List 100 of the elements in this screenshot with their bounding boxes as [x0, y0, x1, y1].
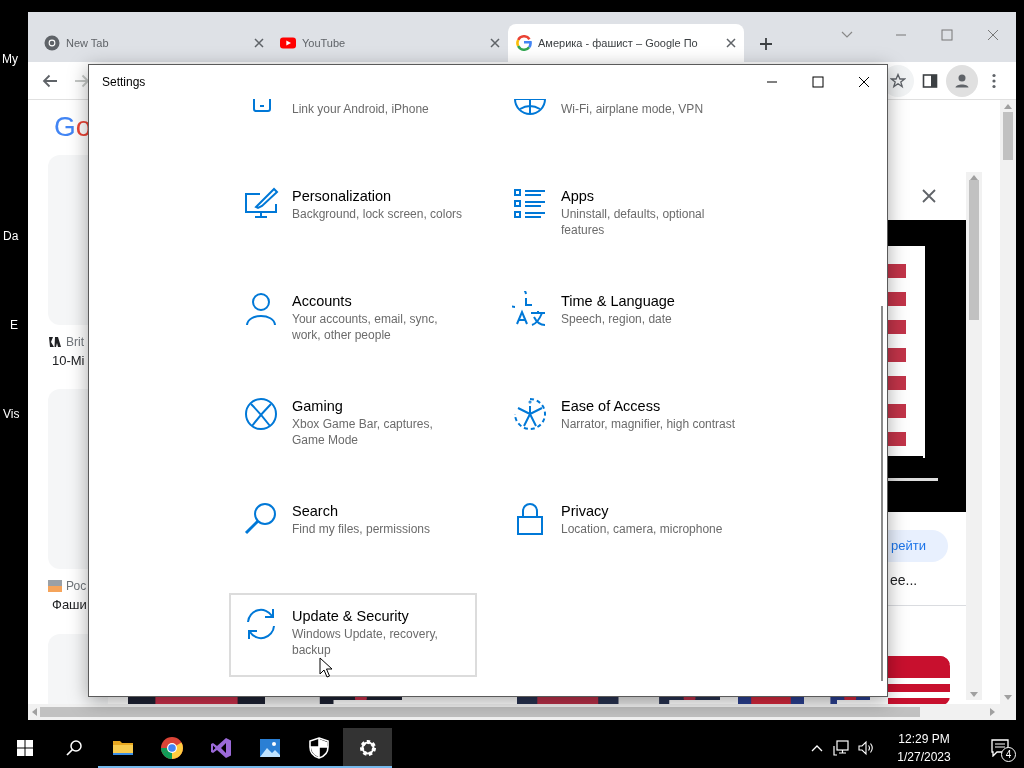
chrome-logo-icon — [44, 35, 60, 51]
tile-description: Your accounts, email, sync, work, other people — [292, 311, 439, 343]
settings-tile[interactable]: Personalization Background, lock screen, colors — [229, 173, 477, 257]
browser-tab[interactable]: New Tab — [36, 24, 272, 62]
tile-title: Privacy — [561, 502, 610, 521]
star-icon — [890, 72, 906, 89]
chevron-down-icon — [841, 31, 853, 39]
maximize-icon — [812, 76, 824, 88]
settings-tile[interactable]: Link your Android, iPhone — [229, 99, 477, 152]
browser-tab[interactable]: YouTube — [272, 24, 508, 62]
settings-tile[interactable]: Ease of Access Narrator, magnifier, high contrast — [498, 383, 746, 467]
scroll-right-icon[interactable] — [989, 707, 996, 717]
close-icon — [987, 29, 999, 41]
settings-tile[interactable]: Gaming Xbox Game Bar, captures, Game Mode — [229, 383, 477, 467]
scroll-left-icon[interactable] — [31, 707, 38, 717]
scroll-thumb[interactable] — [40, 707, 920, 717]
video-play-icon — [280, 35, 296, 51]
scroll-thumb[interactable] — [969, 180, 979, 320]
settings-tile[interactable]: Accounts Your accounts, email, sync, work, other people — [229, 278, 477, 362]
tile-description: Uninstall, defaults, optional features — [561, 206, 706, 238]
taskbar-app-button[interactable] — [343, 728, 392, 768]
snippet-text: ее... — [890, 571, 919, 590]
search-icon — [243, 501, 279, 537]
tile-description: Xbox Game Bar, captures, Game Mode — [292, 416, 434, 448]
settings-tile[interactable]: Wi-Fi, airplane mode, VPN — [498, 99, 746, 152]
scrollbar[interactable] — [28, 704, 1016, 720]
person-icon — [243, 291, 279, 327]
scrollbar[interactable] — [1000, 100, 1016, 704]
chevron-up-icon — [811, 744, 823, 752]
tile-description: Location, camera, microphone — [561, 521, 724, 537]
tile-description: Link your Android, iPhone — [292, 101, 430, 117]
tile-title: Accounts — [292, 292, 353, 311]
scroll-up-icon[interactable] — [1003, 103, 1013, 110]
logo-icon — [48, 336, 62, 348]
scroll-thumb[interactable] — [1003, 112, 1013, 160]
tile-title: Apps — [561, 187, 596, 206]
news-source: Brit — [66, 334, 84, 351]
tile-description: Speech, region, date — [561, 311, 673, 327]
tile-title: Update & Security — [292, 607, 410, 626]
settings-tile[interactable]: Time & Language Speech, region, date — [498, 278, 746, 362]
tile-title: Search — [292, 502, 339, 521]
back-arrow-icon — [42, 72, 58, 89]
close-icon[interactable] — [724, 36, 738, 50]
desktop-icon-label[interactable]: Vis — [3, 405, 20, 423]
news-headline[interactable]: Фаши — [52, 594, 88, 614]
settings-tile[interactable]: Update & Security Windows Update, recovery, backup — [229, 593, 477, 677]
kebab-menu-icon — [992, 72, 996, 89]
desktop-icon-label[interactable]: My — [2, 50, 18, 68]
settings-tile[interactable]: Search Find my files, permissions — [229, 488, 477, 572]
tile-title: Gaming — [292, 397, 344, 416]
close-icon — [921, 188, 937, 204]
side-panel-icon — [922, 72, 938, 89]
tile-title: Ease of Access — [561, 397, 662, 416]
message-icon — [991, 739, 1009, 757]
settings-tile[interactable]: Privacy Location, camera, microphone — [498, 488, 746, 572]
profile-button[interactable] — [946, 64, 978, 97]
news-source: Рос — [66, 577, 87, 595]
tile-title: Time & Language — [561, 292, 676, 311]
speaker-icon — [858, 740, 874, 756]
close-icon[interactable] — [488, 36, 502, 50]
settings-tile[interactable]: Apps Uninstall, defaults, optional features — [498, 173, 746, 257]
tile-description: Background, lock screen, colors — [292, 206, 464, 222]
scroll-down-icon[interactable] — [969, 691, 979, 698]
close-icon — [858, 76, 870, 88]
tile-description: Narrator, magnifier, high contrast — [561, 416, 736, 432]
cursor-icon — [319, 657, 332, 679]
plus-icon — [759, 37, 773, 51]
accessibility-icon — [512, 396, 548, 432]
clock-date: 1/27/2023 — [897, 749, 951, 766]
windows-logo-icon — [16, 740, 33, 756]
shield-icon — [306, 736, 331, 760]
xbox-icon — [243, 396, 279, 432]
google-g-icon — [516, 35, 532, 51]
scroll-down-icon[interactable] — [1003, 694, 1013, 701]
tile-description: Windows Update, recovery, backup — [292, 626, 439, 658]
infinity-logo-icon — [208, 736, 233, 760]
news-headline[interactable]: 10-Mi — [52, 351, 88, 371]
scrollbar[interactable] — [966, 172, 982, 700]
window-title: Settings — [102, 74, 146, 91]
logo-icon — [48, 579, 62, 592]
landscape-icon — [257, 736, 282, 760]
network-icon — [833, 740, 849, 756]
browser-tab[interactable]: Америка - фашист – Google По — [508, 24, 744, 62]
tile-title: Personalization — [292, 187, 393, 206]
desktop-icon-label[interactable]: E — [10, 316, 18, 334]
desktop-icon-label[interactable]: Da — [3, 227, 19, 245]
link-button[interactable]: рейти — [888, 530, 948, 562]
tile-description: Wi-Fi, airplane mode, VPN — [561, 101, 705, 117]
chrome-logo-icon — [159, 736, 184, 760]
notifications-button[interactable]: 4 — [976, 728, 1024, 768]
notification-count: 4 — [1001, 747, 1016, 762]
close-icon[interactable] — [252, 36, 266, 50]
clock-language-icon — [512, 291, 548, 327]
tile-description: Find my files, permissions — [292, 521, 432, 537]
search-icon — [65, 740, 82, 756]
maximize-icon — [941, 29, 953, 41]
clock-button[interactable]: 12:29 PM 1/27/2023 — [880, 728, 968, 768]
clock-time: 12:29 PM — [898, 731, 950, 748]
scrollbar[interactable] — [881, 306, 883, 681]
forward-arrow-icon — [74, 72, 90, 89]
